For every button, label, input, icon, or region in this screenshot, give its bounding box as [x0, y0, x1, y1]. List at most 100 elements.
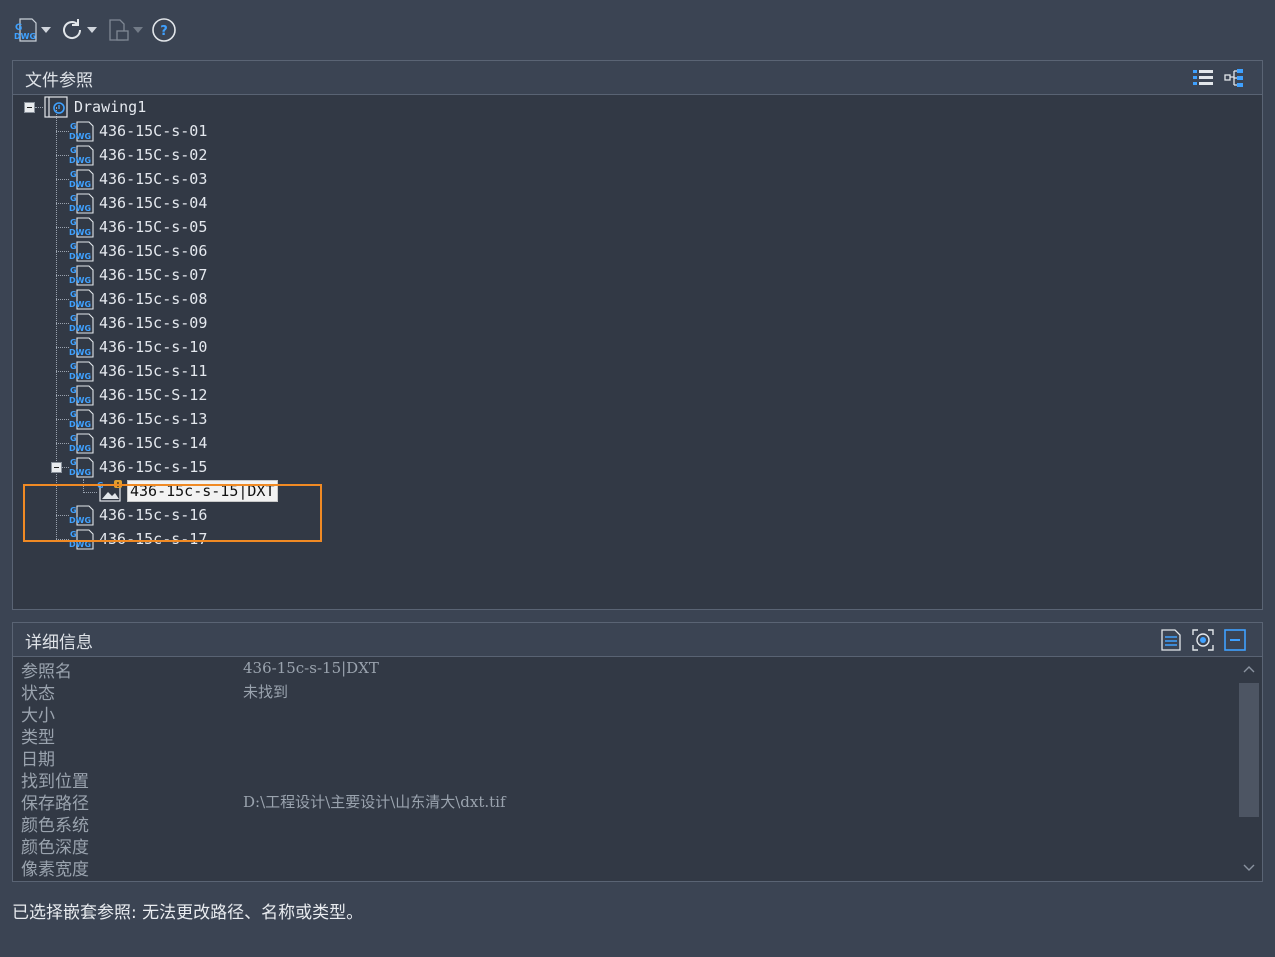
svg-text:DWG: DWG: [69, 324, 91, 333]
preview-icon[interactable]: [1190, 627, 1216, 653]
tree-item-label: 436-15c-s-15: [99, 458, 208, 476]
svg-text:G: G: [70, 242, 77, 251]
tree-item[interactable]: G DWG 436-15c-s-13: [69, 408, 207, 430]
tree-item[interactable]: G DWG 436-15C-s-14: [69, 432, 207, 454]
status-message: 已选择嵌套参照: 无法更改路径、名称或类型。: [12, 903, 364, 923]
reference-tree: Drawing1 G DWG 436-15C-s-01 G DWG 436-15…: [13, 94, 1262, 609]
selection-highlight-box: [23, 484, 322, 542]
detail-row: 找到位置: [21, 767, 1236, 792]
dwg-file-icon: G DWG: [69, 360, 95, 382]
tree-connector: [56, 179, 69, 180]
chevron-down-icon[interactable]: [132, 16, 144, 44]
tree-connector: [56, 251, 69, 252]
tree-connector: [56, 347, 69, 348]
svg-text:DWG: DWG: [69, 396, 91, 405]
tree-item[interactable]: G DWG 436-15c-s-08: [69, 288, 207, 310]
tree-connector: [56, 203, 69, 204]
dwg-file-icon: G DWG: [69, 144, 95, 166]
svg-text:DWG: DWG: [69, 228, 91, 237]
dwg-attach-icon: G DWG: [12, 16, 40, 44]
tree-connector: [56, 227, 69, 228]
dwg-file-icon: G DWG: [69, 432, 95, 454]
detail-key: 像素宽度: [21, 860, 89, 880]
svg-text:G: G: [70, 122, 77, 131]
toolbar: G DWG ?: [12, 14, 184, 46]
detail-row: 类型: [21, 723, 1236, 748]
list-view-icon[interactable]: [1190, 65, 1216, 91]
chevron-down-icon[interactable]: [40, 16, 52, 44]
tree-item[interactable]: G DWG 436-15c-s-15: [69, 456, 207, 478]
tree-item-label: 436-15C-S-12: [99, 386, 208, 404]
details-icon[interactable]: [1158, 627, 1184, 653]
svg-text:G: G: [70, 194, 77, 203]
collapse-toggle[interactable]: [24, 102, 35, 113]
tree-item-label: 436-15C-s-04: [99, 194, 208, 212]
details-list: 参照名 436-15c-s-15|DXT 状态 未找到 大小 类型 日期 找到位置 保存路径 D:…: [13, 656, 1236, 881]
file-references-panel: 文件参照 Drawing1 G DWG 436-15C-s-01 G DWG 4…: [12, 60, 1263, 610]
tree-item[interactable]: G DWG 436-15C-s-04: [69, 192, 207, 214]
dwg-file-icon: G DWG: [69, 192, 95, 214]
collapse-toggle[interactable]: [51, 462, 62, 473]
tree-item-label: 436-15c-s-13: [99, 410, 208, 428]
tree-item-label: 436-15C-s-05: [99, 218, 208, 236]
scroll-thumb[interactable]: [1239, 683, 1259, 817]
dwg-file-icon: G DWG: [69, 408, 95, 430]
collapse-icon[interactable]: [1222, 627, 1248, 653]
detail-value: D:\工程设计\主要设计\山东清大\dxt.tif: [243, 793, 506, 811]
tree-item[interactable]: G DWG 436-15C-s-05: [69, 216, 207, 238]
drawing-icon: [44, 96, 70, 118]
svg-text:G: G: [70, 314, 77, 323]
dwg-file-icon: G DWG: [69, 264, 95, 286]
refresh-icon: [58, 16, 86, 44]
help-button[interactable]: ?: [150, 16, 178, 44]
tree-item[interactable]: G DWG 436-15C-s-07: [69, 264, 207, 286]
tree-item-label: 436-15c-s-11: [99, 362, 208, 380]
tree-item[interactable]: G DWG 436-15c-s-10: [69, 336, 207, 358]
svg-text:G: G: [70, 170, 77, 179]
tree-connector: [56, 131, 69, 132]
details-panel: 详细信息 参照名 436-15c-s-15|DXT 状态 未找到 大小 类型 日…: [12, 622, 1263, 882]
tree-item[interactable]: G DWG 436-15C-s-01: [69, 120, 207, 142]
detail-row: 像素宽度: [21, 855, 1236, 880]
tree-view-icon[interactable]: [1222, 65, 1248, 91]
tree-connector: [56, 443, 69, 444]
tree-item[interactable]: G DWG 436-15C-S-12: [69, 384, 207, 406]
panel-title: 文件参照: [25, 71, 93, 91]
svg-text:DWG: DWG: [69, 132, 91, 141]
tree-root-drawing[interactable]: Drawing1: [44, 96, 146, 118]
svg-text:DWG: DWG: [69, 204, 91, 213]
tree-item-label: 436-15C-s-01: [99, 122, 208, 140]
tree-item-label: 436-15c-s-09: [99, 314, 208, 332]
tree-item[interactable]: G DWG 436-15c-s-09: [69, 312, 207, 334]
svg-text:G: G: [70, 218, 77, 227]
tree-item[interactable]: G DWG 436-15C-s-03: [69, 168, 207, 190]
tree-item[interactable]: G DWG 436-15C-s-02: [69, 144, 207, 166]
panel-title: 详细信息: [25, 633, 93, 653]
refresh-button[interactable]: [58, 16, 98, 44]
panel-header: 文件参照: [13, 61, 1262, 95]
panel-header: 详细信息: [13, 623, 1262, 657]
detail-row: 日期: [21, 745, 1236, 770]
dwg-file-icon: G DWG: [69, 336, 95, 358]
tree-item[interactable]: G DWG 436-15c-s-11: [69, 360, 207, 382]
svg-text:DWG: DWG: [69, 276, 91, 285]
tree-connector: [56, 155, 69, 156]
svg-text:G: G: [70, 266, 77, 275]
svg-text:DWG: DWG: [69, 300, 91, 309]
tree-item-label: 436-15c-s-10: [99, 338, 208, 356]
attach-dwg-button[interactable]: G DWG: [12, 16, 52, 44]
scroll-up-icon[interactable]: [1237, 659, 1261, 679]
tree-item-label: 436-15c-s-08: [99, 290, 208, 308]
scroll-down-icon[interactable]: [1237, 858, 1261, 878]
svg-text:G: G: [70, 386, 77, 395]
svg-text:DWG: DWG: [69, 348, 91, 357]
tree-connector: [56, 371, 69, 372]
details-scrollbar[interactable]: [1237, 657, 1261, 880]
dwg-file-icon: G DWG: [69, 288, 95, 310]
tree-item[interactable]: G DWG 436-15C-s-06: [69, 240, 207, 262]
dwg-file-icon: G DWG: [69, 456, 95, 478]
dwg-file-icon: G DWG: [69, 240, 95, 262]
tree-connector: [56, 395, 69, 396]
change-path-button[interactable]: [104, 16, 144, 44]
chevron-down-icon[interactable]: [86, 16, 98, 44]
